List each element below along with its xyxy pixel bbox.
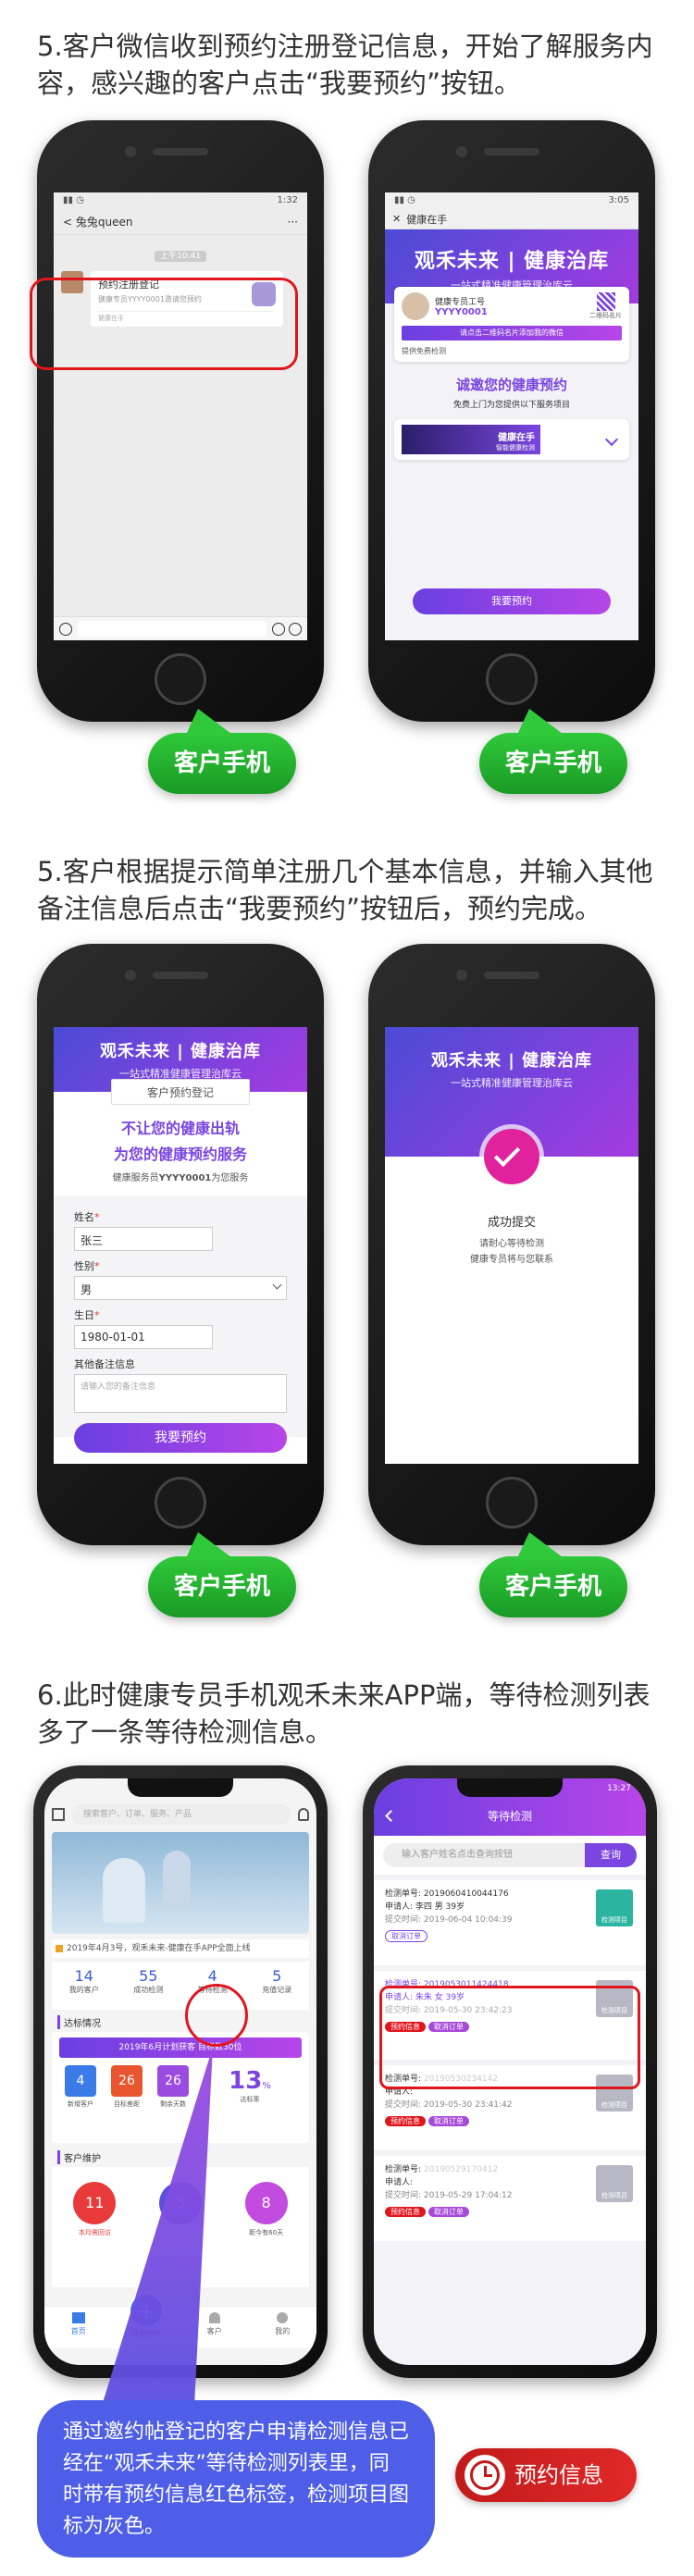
appointment-info-tag[interactable]: 预约信息	[385, 2116, 426, 2126]
back-icon[interactable]: <	[63, 216, 72, 229]
agent-card: 健康专员工号 YYYY0001 二维码名片 请点击二维码名片添加我的微信 提供免…	[394, 287, 629, 362]
highlight-waiting	[185, 1984, 248, 2047]
bell-icon[interactable]	[298, 1808, 309, 1821]
stats-row: 14 我的客户 55 成功检测 4 等待检测 5 充值记录	[52, 1962, 309, 2010]
chat-name: 兔兔queen	[75, 216, 133, 229]
phone-register: 观禾未来 | 健康治库 一站式精准健康管理治库云 客户预约登记 不让您的健康出轨…	[37, 944, 324, 1545]
nav-home[interactable]: 首页	[44, 2307, 113, 2348]
phone-wechat: ▮▮ ◷ 1:32 < 兔兔queen ··· 上午10:41 预约注册登记 健康…	[37, 120, 324, 722]
search-input[interactable]: 搜索客户、订单、服务、产品	[72, 1804, 291, 1825]
heart-icon	[208, 2312, 220, 2323]
customer-phone-label: 客户手机	[479, 709, 627, 794]
step6-title: 6.此时健康专员手机观禾未来APP端，等待检测列表多了一条等待检测信息。	[37, 1679, 651, 1748]
record-1[interactable]: 检测单号: 2019060410044176 申请人: 李四 男 39岁 提交时…	[374, 1880, 646, 1965]
cancel-order-tag[interactable]: 取消订单	[428, 2207, 469, 2217]
book-button[interactable]: 我要预约	[413, 588, 611, 614]
close-icon[interactable]: ✕	[392, 213, 401, 225]
user-icon	[277, 2312, 289, 2323]
more-icon[interactable]: ···	[288, 216, 298, 229]
page-title: 等待检测	[487, 1810, 532, 1823]
goal-days: 26	[157, 2065, 189, 2097]
register-screen: 观禾未来 | 健康治库 一站式精准健康管理治库云 客户预约登记 不让您的健康出轨…	[54, 1027, 307, 1464]
note-field[interactable]: 请输入您的备注信息	[74, 1374, 287, 1413]
bottom-nav: 首页 + 我要施检 客户 我的	[44, 2292, 317, 2348]
nav-customer[interactable]: 客户	[180, 2307, 249, 2348]
chevron-down-icon	[272, 1280, 282, 1290]
tab-register[interactable]: 客户预约登记	[111, 1079, 250, 1105]
register-form: 姓名* 张三 性别* 男 生日* 1980-01-01 其他备注信息 请输入您的…	[54, 1196, 307, 1437]
section-maint: 客户维护	[57, 2150, 101, 2164]
home-button[interactable]	[155, 653, 206, 705]
qr-icon[interactable]	[596, 292, 615, 311]
stat-customers[interactable]: 14 我的客户	[52, 1962, 117, 2010]
customer-phone-label: 客户手机	[148, 709, 296, 794]
nav-test[interactable]: + 我要施检	[113, 2292, 181, 2348]
test-item-icon[interactable]: 检测项目	[596, 1889, 633, 1926]
chat-time: 上午10:41	[155, 251, 206, 262]
agent-avatar	[402, 292, 429, 320]
step5a-title: 5.客户微信收到预约注册登记信息，开始了解服务内容，感兴趣的客户点击“我要预约”…	[37, 31, 653, 99]
maint-card: 11 本月需回访 3 8 距今有60天	[52, 2167, 309, 2287]
stat-recharge[interactable]: 5 充值记录	[245, 1962, 310, 2010]
home-button[interactable]	[486, 653, 538, 705]
goal-new: 4	[65, 2065, 96, 2097]
phone-app-home: 搜索客户、订单、服务、产品 2019年4月3号，观禾未来-健康在手APP全面上线…	[33, 1765, 328, 2378]
cancel-order-tag[interactable]: 取消订单	[428, 2116, 469, 2126]
landing-screen: ▮▮ ◷ 3:05 ✕ 健康在手 观禾未来 | 健康治库 一站式精准健康管理治库云 …	[385, 192, 638, 640]
phone-success: 观禾未来 | 健康治库 一站式精准健康管理治库云 成功提交 请耐心等待检测 健康…	[368, 944, 655, 1545]
customer-phone-label: 客户手机	[479, 1532, 627, 1617]
clock-icon	[465, 2455, 505, 2496]
service-item[interactable]: 健康在手 智能健康检测	[394, 419, 629, 460]
maint-return[interactable]: 11	[73, 2182, 117, 2224]
test-item-icon[interactable]: 检测项目	[596, 2165, 633, 2202]
section-title: 诚邀您的健康预约	[455, 377, 567, 393]
emoji-icon[interactable]	[272, 622, 285, 636]
record-4[interactable]: 检测单号: 20190529170412 申请人: 提交时间: 2019-05-…	[374, 2156, 646, 2241]
stat-success[interactable]: 55 成功检测	[117, 1962, 181, 2010]
success-screen: 观禾未来 | 健康治库 一站式精准健康管理治库云 成功提交 请耐心等待检测 健康…	[385, 1027, 638, 1464]
appointment-info-tag[interactable]: 预约信息	[385, 2207, 426, 2217]
maint-mid[interactable]: 3	[158, 2182, 202, 2224]
appointment-badge: 预约信息	[455, 2448, 637, 2502]
scan-icon[interactable]	[52, 1808, 65, 1821]
plus-icon: +	[128, 2292, 166, 2329]
section-sub: 免费上门为您提供以下服务项目	[452, 401, 570, 410]
book-button[interactable]: 我要预约	[74, 1423, 287, 1453]
chevron-down-icon[interactable]	[604, 432, 619, 447]
cancel-order-tag[interactable]: 取消订单	[385, 1930, 428, 1942]
maint-60days[interactable]: 8	[244, 2182, 288, 2224]
goal-card: 2019年6月计划获客 目标数30位 4 新增客户 26 目标差距 26 剩余天数 1…	[52, 2032, 309, 2143]
goal-gap: 26	[111, 2065, 143, 2097]
home-button[interactable]	[486, 1477, 538, 1529]
customer-phone-label: 客户手机	[148, 1532, 296, 1617]
highlight-record	[379, 1986, 640, 2089]
voice-icon[interactable]	[59, 622, 72, 636]
topbar-title: 健康在手	[406, 213, 448, 226]
birthday-field[interactable]: 1980-01-01	[74, 1325, 213, 1349]
search-button[interactable]: 查询	[585, 1843, 637, 1867]
home-icon	[71, 2312, 85, 2323]
callout-box: 通过邀约帖登记的客户申请检测信息已经在“观禾未来”等待检测列表里，同时带有预约信…	[37, 2400, 435, 2557]
highlight-card	[30, 278, 298, 370]
search-input[interactable]: 输入客户姓名点击查询按钮	[383, 1843, 585, 1867]
phone-landing: ▮▮ ◷ 3:05 ✕ 健康在手 观禾未来 | 健康治库 一站式精准健康管理治库云 …	[368, 120, 655, 722]
section-goal: 达标情况	[57, 2015, 101, 2029]
nav-mine[interactable]: 我的	[249, 2307, 317, 2348]
banner-image	[52, 1832, 309, 1934]
gender-select[interactable]: 男	[74, 1276, 287, 1300]
app-home-screen: 搜索客户、订单、服务、产品 2019年4月3号，观禾未来-健康在手APP全面上线…	[44, 1778, 316, 2365]
home-button[interactable]	[155, 1477, 206, 1529]
name-field[interactable]: 张三	[74, 1227, 213, 1251]
check-icon	[484, 1129, 539, 1184]
add-icon[interactable]	[289, 622, 302, 636]
step5b-title: 5.客户根据提示简单注册几个基本信息，并输入其他备注信息后点击“我要预约”按钮后…	[37, 856, 653, 924]
speaker-icon	[56, 1945, 63, 1952]
input-bar[interactable]	[54, 616, 307, 640]
notice-bar: 2019年4月3号，观禾未来-健康在手APP全面上线	[52, 1939, 309, 1958]
wechat-screen: ▮▮ ◷ 1:32 < 兔兔queen ··· 上午10:41 预约注册登记 健康…	[54, 192, 307, 640]
